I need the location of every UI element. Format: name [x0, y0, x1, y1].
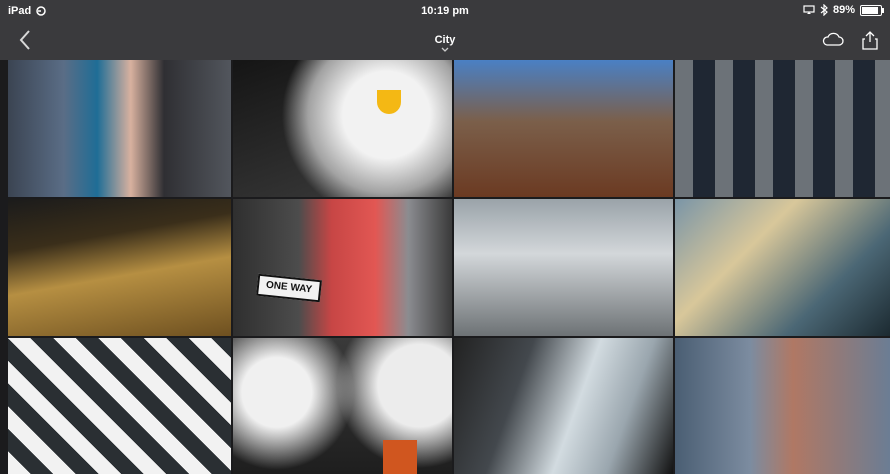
clock: 10:19 pm — [421, 5, 469, 17]
cloud-icon — [822, 32, 844, 46]
photo-grid: ONE WAY — [8, 60, 890, 474]
album-title[interactable]: City — [0, 34, 890, 46]
photo-steam-lamp[interactable] — [233, 60, 452, 197]
share-icon — [862, 31, 878, 50]
status-right: 89% — [803, 4, 884, 16]
share-button[interactable] — [862, 30, 878, 55]
photo-one-way-mural[interactable]: ONE WAY — [233, 199, 452, 336]
photo-zigzag-building[interactable] — [8, 338, 231, 474]
photo-glass-birds[interactable] — [675, 199, 890, 336]
battery-icon — [860, 4, 884, 16]
street-lamp — [377, 90, 401, 114]
photo-skyscrapers-sky[interactable] — [454, 338, 673, 474]
photo-building-reflection[interactable] — [454, 60, 673, 197]
nav-bar: City — [0, 22, 890, 60]
battery-percent: 89% — [832, 4, 855, 16]
screen-mirroring-icon — [803, 5, 815, 14]
photo-window-grid[interactable] — [675, 60, 890, 197]
photo-street-crosswalk[interactable] — [454, 199, 673, 336]
cloud-button[interactable] — [822, 32, 844, 53]
chimney — [383, 440, 417, 474]
photo-shadow-bridge[interactable] — [8, 199, 231, 336]
photo-building-mural[interactable] — [675, 338, 890, 474]
status-bar: iPad 10:19 pm 89% — [0, 0, 890, 22]
bluetooth-icon — [820, 4, 828, 16]
one-way-sign: ONE WAY — [256, 273, 322, 303]
photo-steam-chimney[interactable] — [233, 338, 452, 474]
chevron-down-icon[interactable] — [440, 46, 450, 55]
photo-mural-woman[interactable] — [8, 60, 231, 197]
